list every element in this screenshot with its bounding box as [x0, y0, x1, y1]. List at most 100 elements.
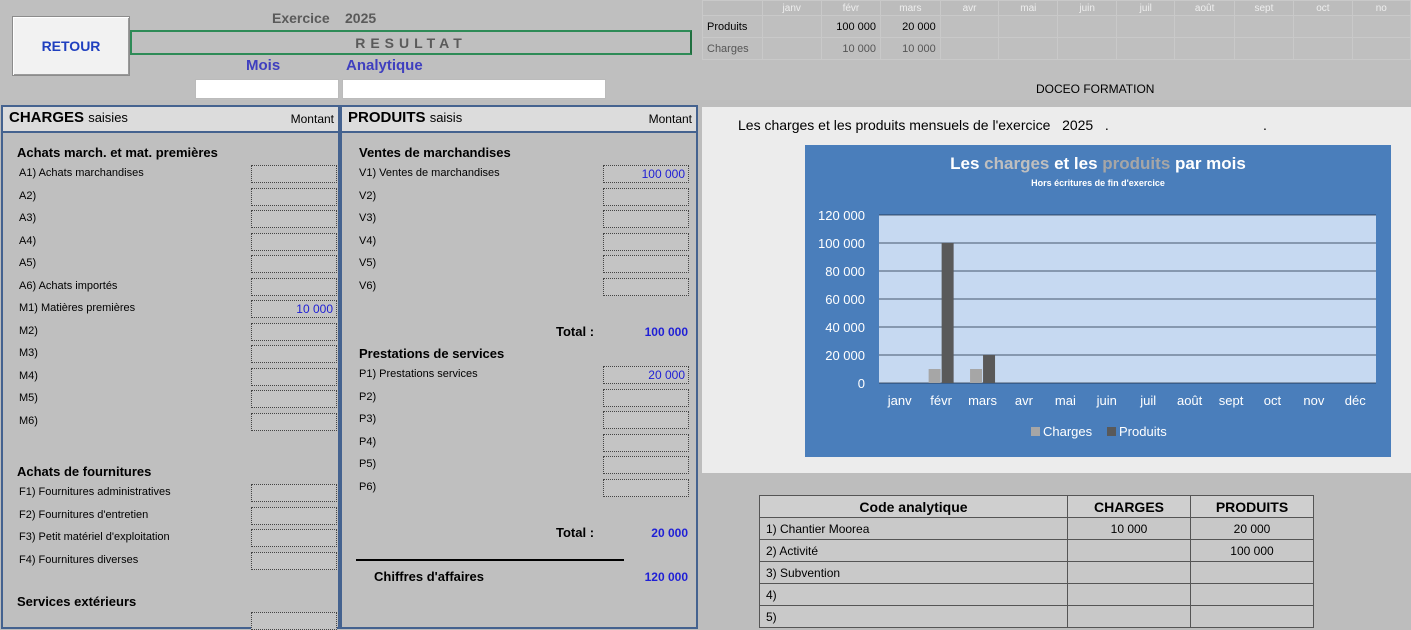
produits-row-label: Produits — [702, 15, 763, 38]
analytic-produits: 100 000 — [1190, 539, 1314, 562]
month-header: juin — [1057, 0, 1118, 16]
analytic-charges — [1067, 583, 1191, 606]
chart-title-part: par mois — [1170, 154, 1246, 173]
retour-button[interactable]: RETOUR — [12, 16, 130, 76]
charges-amount-input[interactable] — [251, 412, 337, 431]
chart-title: Les charges et les produits par mois — [950, 154, 1246, 173]
produits-row-label: P4) — [359, 435, 377, 448]
charges-month-cell — [1174, 37, 1235, 60]
produits-row-label: V4) — [359, 234, 377, 247]
analytic-header-charges: CHARGES — [1067, 495, 1191, 518]
mois-label: Mois — [246, 57, 281, 74]
charges-amount-input[interactable] — [251, 484, 337, 502]
chart-x-tick: avr — [1015, 393, 1034, 408]
chart-bar-produits — [983, 355, 996, 383]
produits-row-label: P1) Prestations services — [359, 368, 478, 380]
charges-row-label: A3) — [19, 212, 37, 224]
chart-title-part: produits — [1102, 154, 1170, 173]
month-header: févr — [820, 0, 882, 16]
charges-amount-input[interactable] — [251, 277, 337, 296]
caption-dot: . — [1104, 117, 1109, 133]
analytic-row: 4) — [759, 583, 1314, 606]
chart-x-tick: déc — [1345, 393, 1366, 408]
charges-row-label: F2) Fournitures d'entretien — [19, 508, 149, 521]
produits-row-label: V1) Ventes de marchandises — [359, 167, 500, 179]
charges-amount-input[interactable] — [251, 322, 337, 341]
chart-x-tick: juil — [1139, 393, 1156, 408]
caption-text: Les charges et les produits mensuels de … — [738, 117, 1051, 133]
charges-month-cell: 10 000 — [880, 37, 941, 60]
legend-swatch — [1107, 427, 1116, 436]
charges-amount-input[interactable] — [251, 187, 337, 206]
produits-row-label: V5) — [359, 257, 377, 269]
produits-amount-input[interactable] — [603, 478, 689, 497]
month-header: sept — [1233, 0, 1295, 16]
chart-subtitle: Hors écritures de fin d'exercice — [1031, 178, 1165, 188]
charges-amount-input[interactable] — [251, 529, 337, 547]
produits-amount-input[interactable] — [603, 210, 689, 228]
mois-input[interactable] — [195, 79, 339, 99]
charges-amount-input[interactable]: 10 000 — [251, 300, 337, 318]
exercice-year[interactable]: 2025 — [345, 10, 376, 26]
chart-y-tick: 40 000 — [825, 320, 865, 335]
analytic-code: 3) Subvention — [759, 561, 1068, 584]
analytic-row: 2) Activité 100 000 — [759, 539, 1314, 562]
charges-row-label: A2) — [19, 189, 37, 202]
charges-row-label: F4) Fournitures diverses — [19, 553, 139, 566]
legend-swatch — [1031, 427, 1040, 436]
produits-amount-input[interactable] — [603, 433, 689, 452]
analytic-charges — [1067, 539, 1191, 562]
produits-month-cell — [1233, 15, 1295, 38]
produits-amount-input[interactable]: 100 000 — [603, 165, 689, 183]
monthly-chart[interactable]: Les charges et les produits par mois Hors… — [805, 145, 1391, 457]
charges-amount-input[interactable] — [251, 506, 337, 525]
monthly-summary-table: janv févr mars avr mai juin juil août sept oct no … — [702, 0, 1411, 60]
analytique-input[interactable] — [342, 79, 606, 99]
charges-month-cell — [1057, 37, 1118, 60]
analytic-charges — [1067, 605, 1191, 628]
chart-bar-charges — [928, 369, 941, 383]
produits-amount-input[interactable] — [603, 277, 689, 296]
charges-row-label: A5) — [19, 257, 37, 269]
analytic-row: 1) Chantier Moorea 10 000 20 000 — [759, 517, 1314, 540]
analytic-produits: 20 000 — [1190, 517, 1314, 540]
produits-amount-input[interactable] — [603, 388, 689, 407]
charges-amount-input[interactable] — [251, 255, 337, 273]
produits-title: PRODUITS — [348, 109, 426, 126]
charges-row-label: F1) Fournitures administratives — [19, 486, 171, 498]
chart-y-tick: 0 — [858, 376, 865, 391]
charges-month-cell — [1233, 37, 1295, 60]
produits-month-cell — [939, 15, 1000, 38]
charges-amount-input[interactable] — [251, 612, 337, 630]
charges-amount-input[interactable] — [251, 165, 337, 183]
produits-row-label: V3) — [359, 212, 377, 224]
produits-amount-input[interactable] — [603, 187, 689, 206]
produits-amount-input[interactable] — [603, 411, 689, 429]
charges-row-label: A4) — [19, 234, 37, 247]
charges-header: CHARGES saisies Montant — [3, 107, 338, 133]
charges-amount-input[interactable] — [251, 367, 337, 386]
charges-amount-input[interactable] — [251, 390, 337, 408]
legend-label: Charges — [1043, 424, 1093, 439]
analytic-table: Code analytique CHARGES PRODUITS 1) Chan… — [759, 495, 1314, 628]
produits-month-cell: 20 000 — [880, 15, 941, 38]
charges-amount-input[interactable] — [251, 210, 337, 228]
charges-row-label: M1) Matières premières — [19, 302, 136, 314]
charges-month-cell — [1351, 37, 1411, 60]
analytic-header-produits: PRODUITS — [1190, 495, 1314, 518]
produits-amount-input[interactable] — [603, 255, 689, 273]
analytic-code: 4) — [759, 583, 1068, 606]
produits-amount-input[interactable] — [603, 456, 689, 474]
produits-amount-input[interactable]: 20 000 — [603, 366, 689, 384]
total-label: Total : — [556, 525, 595, 540]
produits-month-cell — [761, 15, 822, 38]
charges-amount-input[interactable] — [251, 551, 337, 570]
caption-dot-2: . — [1263, 117, 1267, 133]
charges-amount-input[interactable] — [251, 232, 337, 251]
chart-x-tick: nov — [1303, 393, 1324, 408]
produits-amount-input[interactable] — [603, 232, 689, 251]
charges-amount-input[interactable] — [251, 345, 337, 363]
month-header: juil — [1116, 0, 1176, 16]
produits-section-title: Prestations de services — [359, 346, 505, 361]
legend-label: Produits — [1119, 424, 1167, 439]
